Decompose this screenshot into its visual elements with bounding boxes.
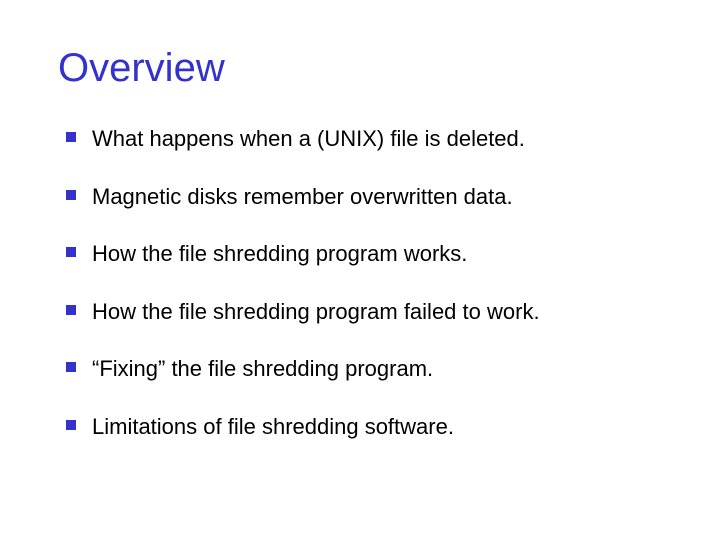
bullet-list: What happens when a (UNIX) file is delet…: [58, 125, 662, 440]
square-bullet-icon: [66, 132, 76, 142]
list-item: “Fixing” the file shredding program.: [58, 355, 662, 383]
square-bullet-icon: [66, 420, 76, 430]
slide-title: Overview: [58, 46, 662, 91]
bullet-text: Limitations of file shredding software.: [92, 414, 454, 439]
bullet-text: How the file shredding program failed to…: [92, 299, 540, 324]
list-item: Limitations of file shredding software.: [58, 413, 662, 441]
list-item: Magnetic disks remember overwritten data…: [58, 183, 662, 211]
square-bullet-icon: [66, 190, 76, 200]
square-bullet-icon: [66, 362, 76, 372]
slide: Overview What happens when a (UNIX) file…: [0, 0, 720, 540]
square-bullet-icon: [66, 247, 76, 257]
list-item: How the file shredding program failed to…: [58, 298, 662, 326]
bullet-text: Magnetic disks remember overwritten data…: [92, 184, 513, 209]
bullet-text: “Fixing” the file shredding program.: [92, 356, 433, 381]
bullet-text: How the file shredding program works.: [92, 241, 467, 266]
bullet-text: What happens when a (UNIX) file is delet…: [92, 126, 525, 151]
list-item: How the file shredding program works.: [58, 240, 662, 268]
square-bullet-icon: [66, 305, 76, 315]
list-item: What happens when a (UNIX) file is delet…: [58, 125, 662, 153]
